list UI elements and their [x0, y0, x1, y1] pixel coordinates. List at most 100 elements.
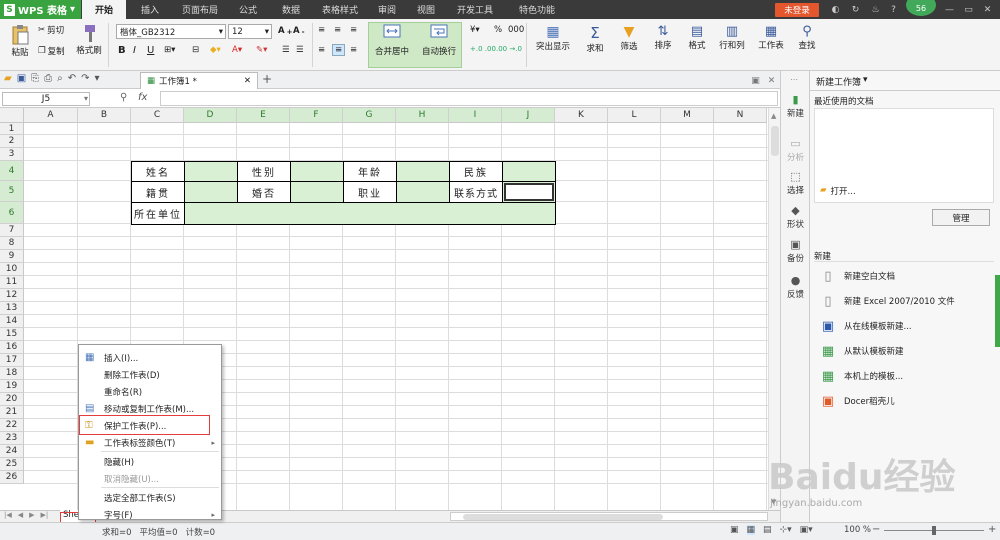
form-value-cell[interactable] — [290, 181, 344, 203]
close-icon[interactable]: ✕ — [982, 4, 993, 15]
format-painter-button[interactable]: 格式刷 — [74, 24, 104, 56]
zoom-in-icon[interactable]: + — [988, 524, 996, 535]
eye-protect-icon[interactable]: ▣▾ — [800, 525, 813, 535]
new-item-1[interactable]: ▯ 新建 Excel 2007/2010 文件 — [820, 291, 990, 311]
task-pane-title[interactable]: 新建工作簿 ▾ — [816, 75, 868, 88]
tab-0[interactable]: 开始 — [82, 0, 126, 19]
prev-sheet-icon[interactable]: ◀ — [18, 511, 23, 519]
context-menu-item[interactable]: 取消隐藏(U)... — [79, 470, 221, 487]
row-header-15[interactable]: 15 — [0, 328, 24, 341]
sidebar-item-1[interactable]: ▭ 分析 — [781, 137, 810, 163]
context-menu-item[interactable]: 选定全部工作表(S) — [79, 489, 221, 506]
row-header-10[interactable]: 10 — [0, 263, 24, 276]
form-label-cell[interactable]: 所在单位 — [131, 202, 185, 225]
normal-view-icon[interactable]: ▦ — [746, 525, 756, 535]
context-menu-item[interactable]: 删除工作表(D) — [79, 366, 221, 383]
shirt-icon[interactable]: ♨ — [870, 4, 881, 15]
redo-icon[interactable]: ↷ — [81, 73, 89, 84]
zoom-slider-thumb[interactable] — [932, 526, 936, 535]
row-header-11[interactable]: 11 — [0, 276, 24, 289]
new-tab-icon[interactable]: + — [262, 72, 272, 86]
decrease-indent-button[interactable]: ☰ — [282, 45, 290, 55]
clear-format-button[interactable]: ✎▾ — [256, 45, 267, 55]
row-header-23[interactable]: 23 — [0, 432, 24, 445]
last-sheet-icon[interactable]: ▶| — [41, 511, 49, 519]
row-header-26[interactable]: 26 — [0, 471, 24, 484]
column-header-N[interactable]: N — [714, 108, 767, 123]
new-item-2[interactable]: ▣ 从在线模板新建... — [820, 316, 990, 336]
fx-button[interactable]: fx — [138, 92, 147, 103]
new-item-4[interactable]: ▦ 本机上的模板... — [820, 366, 990, 386]
thousands-button[interactable]: 000 — [508, 25, 524, 35]
form-label-cell[interactable]: 姓名 — [131, 161, 185, 182]
form-value-cell[interactable] — [184, 161, 238, 182]
font-grow-button[interactable]: A + — [278, 26, 293, 36]
font-shrink-button[interactable]: A- — [293, 26, 305, 36]
h-scroll-thumb[interactable] — [463, 514, 663, 520]
tab-2[interactable]: 页面布局 — [174, 0, 226, 19]
restore-icon[interactable]: ▭ — [963, 4, 974, 15]
row-header-7[interactable]: 7 — [0, 224, 24, 237]
tab-7[interactable]: 视图 — [408, 0, 444, 19]
undo-icon[interactable]: ↶ — [68, 73, 76, 84]
form-value-cell[interactable] — [502, 161, 556, 182]
export-icon[interactable]: ⎘ — [31, 73, 39, 84]
scroll-thumb[interactable] — [771, 126, 779, 156]
column-header-B[interactable]: B — [78, 108, 131, 123]
login-button[interactable]: 未登录 — [775, 3, 819, 17]
tab-3[interactable]: 公式 — [228, 0, 268, 19]
row-header-1[interactable]: 1 — [0, 123, 24, 135]
row-header-12[interactable]: 12 — [0, 289, 24, 302]
font-size-select[interactable]: 12 ▾ — [228, 24, 272, 39]
new-item-5[interactable]: ▣ Docer稻壳儿 — [820, 391, 990, 411]
row-header-5[interactable]: 5 — [0, 181, 24, 202]
row-header-9[interactable]: 9 — [0, 250, 24, 263]
minimize-icon[interactable]: — — [944, 4, 955, 15]
save-icon[interactable]: ▣ — [17, 73, 26, 84]
copy-button[interactable]: ❐ 复制 — [38, 45, 65, 57]
tab-6[interactable]: 审阅 — [368, 0, 406, 19]
form-label-cell[interactable]: 婚否 — [237, 181, 291, 203]
column-header-G[interactable]: G — [343, 108, 396, 123]
row-header-8[interactable]: 8 — [0, 237, 24, 250]
zoom-level[interactable]: 100 % — [844, 525, 871, 535]
close-doc-icon[interactable]: ✕ — [766, 75, 777, 86]
preview-icon[interactable]: ⌕ — [57, 73, 63, 84]
column-header-H[interactable]: H — [396, 108, 449, 123]
window-list-icon[interactable]: ▣ — [750, 75, 761, 86]
tab-9[interactable]: 特色功能 — [506, 0, 568, 19]
sidebar-handle-icon[interactable]: ⋯ — [790, 75, 798, 84]
form-label-cell[interactable]: 年龄 — [343, 161, 397, 182]
merge-center-button[interactable]: 合并居中 — [369, 24, 415, 57]
row-header-2[interactable]: 2 — [0, 135, 24, 148]
scroll-up-icon[interactable]: ▲ — [771, 112, 776, 120]
column-header-L[interactable]: L — [608, 108, 661, 123]
name-box[interactable]: J5 — [2, 92, 90, 106]
document-tab[interactable]: ▦ 工作簿1 * ✕ — [140, 72, 258, 89]
find-button[interactable]: ⚲ 查找 — [790, 24, 824, 51]
sidebar-item-4[interactable]: ▣ 备份 — [781, 238, 810, 264]
zoom-out-icon[interactable]: − — [872, 524, 880, 535]
column-header-F[interactable]: F — [290, 108, 343, 123]
number-format-button[interactable]: ¥▾ — [470, 25, 480, 35]
filter-button[interactable]: ▼ 筛选 — [612, 24, 646, 52]
sidebar-item-0[interactable]: ▮ 新建 — [781, 93, 810, 119]
column-header-I[interactable]: I — [449, 108, 502, 123]
row-header-16[interactable]: 16 — [0, 341, 24, 354]
underline-button[interactable]: U — [147, 45, 154, 56]
decrease-decimal-button[interactable]: .00 →.0 — [496, 45, 522, 53]
column-header-E[interactable]: E — [237, 108, 290, 123]
wrap-text-button[interactable]: 自动换行 — [416, 24, 462, 57]
sidebar-item-2[interactable]: ⬚ 选择 — [781, 170, 810, 196]
increase-indent-button[interactable]: ☰ — [296, 45, 304, 55]
align-right-button[interactable]: ≡ — [350, 45, 357, 55]
context-menu-item[interactable]: 字号(F) ▸ — [79, 506, 221, 523]
context-menu-item[interactable]: 重命名(R) — [79, 383, 221, 400]
row-header-13[interactable]: 13 — [0, 302, 24, 315]
font-color-button[interactable]: A▾ — [232, 45, 242, 55]
new-item-0[interactable]: ▯ 新建空白文档 — [820, 266, 990, 286]
context-menu-item[interactable]: 隐藏(H) — [79, 453, 221, 470]
close-tab-icon[interactable]: ✕ — [244, 76, 257, 86]
next-sheet-icon[interactable]: ▶ — [29, 511, 34, 519]
borders-button[interactable]: ⊞▾ — [164, 45, 175, 55]
